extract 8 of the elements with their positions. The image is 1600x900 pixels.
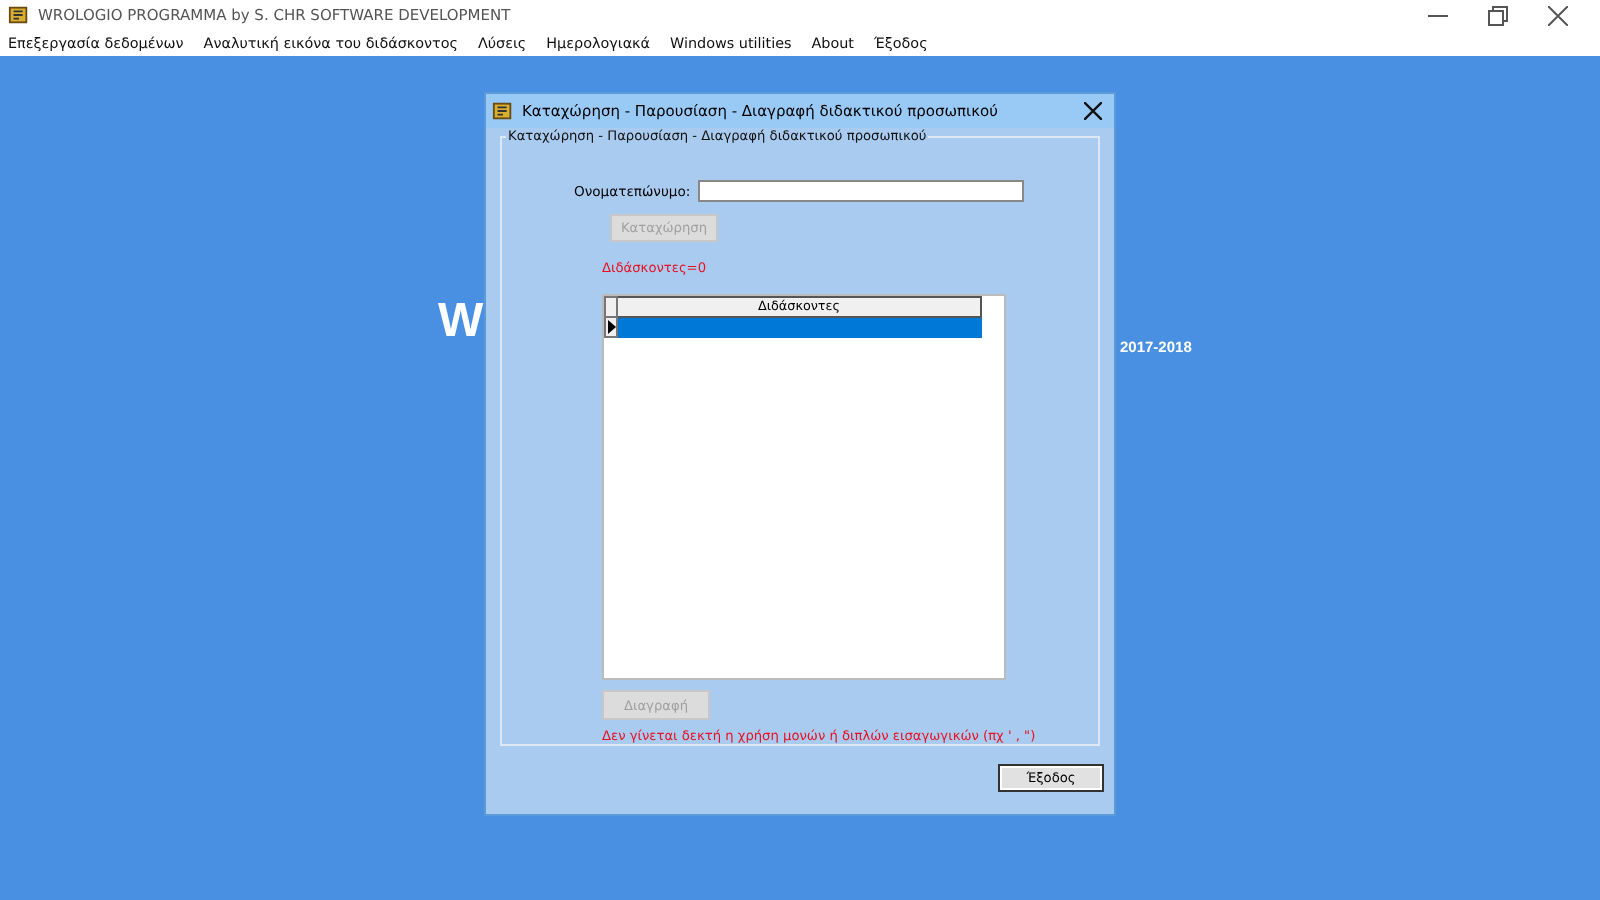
close-icon[interactable] bbox=[1548, 5, 1568, 25]
maximize-icon[interactable] bbox=[1488, 5, 1508, 25]
background-heading: W bbox=[438, 294, 484, 350]
app-icon bbox=[8, 4, 30, 26]
name-field[interactable] bbox=[698, 180, 1025, 202]
row-pointer-icon bbox=[607, 319, 615, 334]
app-icon bbox=[492, 100, 514, 122]
close-icon[interactable] bbox=[1084, 102, 1102, 120]
